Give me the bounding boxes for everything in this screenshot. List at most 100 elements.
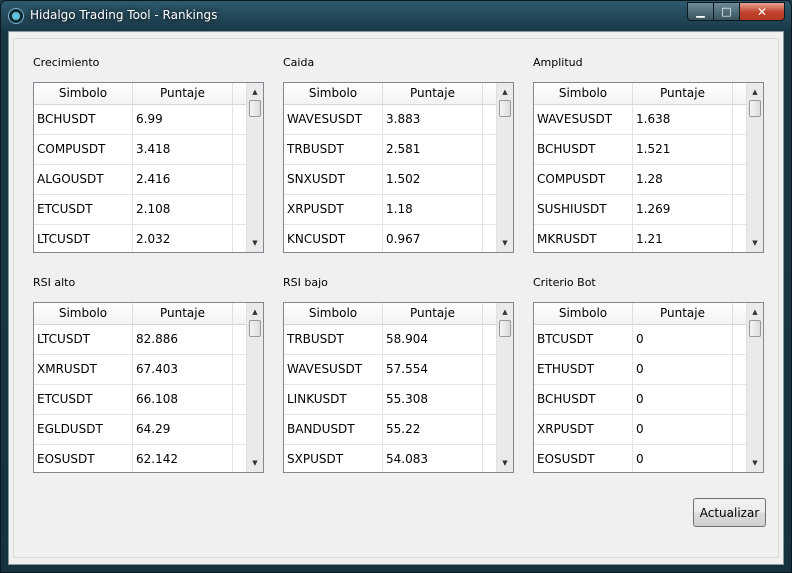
table-row[interactable]: KNCUSDT 0.967 (284, 225, 496, 252)
table-row[interactable]: EOSUSDT 0 (534, 445, 746, 472)
table-row[interactable]: BTCUSDT 0 (534, 325, 746, 355)
score-column-header[interactable]: Puntaje (633, 303, 733, 324)
table-row[interactable]: EOSUSDT 62.142 (34, 445, 246, 472)
scroll-up-arrow-icon[interactable]: ▲ (497, 85, 513, 99)
scrollbar-thumb[interactable] (249, 320, 261, 337)
symbol-cell: BCHUSDT (534, 385, 633, 414)
criterio-bot-label: Criterio Bot (533, 276, 596, 289)
symbol-cell: EOSUSDT (34, 445, 133, 472)
scroll-down-arrow-icon[interactable]: ▼ (497, 236, 513, 250)
table-row[interactable]: ALGOUSDT 2.416 (34, 165, 246, 195)
rsi-bajo-table[interactable]: Simbolo Puntaje TRBUSDT 58.904 WAVESUSDT 5… (283, 302, 514, 473)
title-bar[interactable]: Hidalgo Trading Tool - Rankings ▁ □ ✕ (1, 1, 791, 31)
symbol-cell: TRBUSDT (284, 135, 383, 164)
table-row[interactable]: XRPUSDT 0 (534, 415, 746, 445)
table-row[interactable]: WAVESUSDT 3.883 (284, 105, 496, 135)
score-column-header[interactable]: Puntaje (133, 83, 233, 104)
scroll-up-arrow-icon[interactable]: ▲ (497, 305, 513, 319)
table-row[interactable]: COMPUSDT 3.418 (34, 135, 246, 165)
scroll-up-arrow-icon[interactable]: ▲ (247, 85, 263, 99)
vertical-scrollbar[interactable]: ▲ ▼ (746, 83, 763, 252)
scrollbar-thumb[interactable] (499, 320, 511, 337)
scroll-up-arrow-icon[interactable]: ▲ (747, 305, 763, 319)
symbol-column-header[interactable]: Simbolo (34, 83, 133, 104)
score-column-header[interactable]: Puntaje (383, 303, 483, 324)
maximize-button[interactable]: □ (714, 2, 740, 21)
vertical-scrollbar[interactable]: ▲ ▼ (246, 83, 263, 252)
scroll-up-arrow-icon[interactable]: ▲ (247, 305, 263, 319)
table-row[interactable]: SNXUSDT 1.502 (284, 165, 496, 195)
table-row[interactable]: EGLDUSDT 64.29 (34, 415, 246, 445)
crecimiento-table[interactable]: Simbolo Puntaje BCHUSDT 6.99 COMPUSDT 3.41… (33, 82, 264, 253)
table-row[interactable]: WAVESUSDT 57.554 (284, 355, 496, 385)
caida-label: Caida (283, 56, 315, 69)
criterio-bot-table[interactable]: Simbolo Puntaje BTCUSDT 0 ETHUSDT 0 BCHUSD… (533, 302, 764, 473)
table-row[interactable]: ETHUSDT 0 (534, 355, 746, 385)
table-row[interactable]: BANDUSDT 55.22 (284, 415, 496, 445)
scrollbar-thumb[interactable] (749, 320, 761, 337)
symbol-cell: WAVESUSDT (534, 105, 633, 134)
scroll-down-arrow-icon[interactable]: ▼ (497, 456, 513, 470)
score-cell: 0 (633, 325, 733, 354)
symbol-column-header[interactable]: Simbolo (534, 303, 633, 324)
score-cell: 0.967 (383, 225, 483, 252)
table-row[interactable]: WAVESUSDT 1.638 (534, 105, 746, 135)
scroll-down-arrow-icon[interactable]: ▼ (247, 236, 263, 250)
scrollbar-thumb[interactable] (499, 100, 511, 117)
rsi-bajo-label: RSI bajo (283, 276, 328, 289)
scroll-down-arrow-icon[interactable]: ▼ (747, 236, 763, 250)
table-row[interactable]: ETCUSDT 2.108 (34, 195, 246, 225)
score-cell: 2.108 (133, 195, 233, 224)
symbol-cell: ETCUSDT (34, 195, 133, 224)
score-cell: 3.883 (383, 105, 483, 134)
amplitud-table[interactable]: Simbolo Puntaje WAVESUSDT 1.638 BCHUSDT 1.… (533, 82, 764, 253)
minimize-button[interactable]: ▁ (687, 2, 714, 21)
score-cell: 0 (633, 445, 733, 472)
table-row[interactable]: SUSHIUSDT 1.269 (534, 195, 746, 225)
table-row[interactable]: ETCUSDT 66.108 (34, 385, 246, 415)
table-row[interactable]: TRBUSDT 2.581 (284, 135, 496, 165)
scroll-down-arrow-icon[interactable]: ▼ (747, 456, 763, 470)
score-cell: 0 (633, 355, 733, 384)
table-row[interactable]: TRBUSDT 58.904 (284, 325, 496, 355)
score-column-header[interactable]: Puntaje (633, 83, 733, 104)
vertical-scrollbar[interactable]: ▲ ▼ (746, 303, 763, 472)
table-row[interactable]: COMPUSDT 1.28 (534, 165, 746, 195)
symbol-column-header[interactable]: Simbolo (284, 83, 383, 104)
table-row[interactable]: XMRUSDT 67.403 (34, 355, 246, 385)
score-cell: 2.032 (133, 225, 233, 252)
symbol-column-header[interactable]: Simbolo (34, 303, 133, 324)
scroll-up-arrow-icon[interactable]: ▲ (747, 85, 763, 99)
table-row[interactable]: BCHUSDT 6.99 (34, 105, 246, 135)
table-row[interactable]: BCHUSDT 1.521 (534, 135, 746, 165)
scrollbar-thumb[interactable] (249, 100, 261, 117)
symbol-cell: WAVESUSDT (284, 105, 383, 134)
score-cell: 82.886 (133, 325, 233, 354)
rsi-alto-table[interactable]: Simbolo Puntaje LTCUSDT 82.886 XMRUSDT 67.… (33, 302, 264, 473)
table-row[interactable]: LTCUSDT 2.032 (34, 225, 246, 252)
score-cell: 57.554 (383, 355, 483, 384)
close-button[interactable]: ✕ (740, 2, 785, 21)
vertical-scrollbar[interactable]: ▲ ▼ (246, 303, 263, 472)
table-row[interactable]: LTCUSDT 82.886 (34, 325, 246, 355)
update-button[interactable]: Actualizar (693, 498, 766, 527)
table-row[interactable]: XRPUSDT 1.18 (284, 195, 496, 225)
symbol-cell: LTCUSDT (34, 225, 133, 252)
score-column-header[interactable]: Puntaje (133, 303, 233, 324)
caida-table[interactable]: Simbolo Puntaje WAVESUSDT 3.883 TRBUSDT 2.… (283, 82, 514, 253)
table-row[interactable]: SXPUSDT 54.083 (284, 445, 496, 472)
window-title: Hidalgo Trading Tool - Rankings (30, 8, 218, 22)
table-row[interactable]: BCHUSDT 0 (534, 385, 746, 415)
symbol-column-header[interactable]: Simbolo (534, 83, 633, 104)
score-cell: 1.521 (633, 135, 733, 164)
vertical-scrollbar[interactable]: ▲ ▼ (496, 83, 513, 252)
app-logo-icon[interactable] (8, 8, 24, 24)
symbol-column-header[interactable]: Simbolo (284, 303, 383, 324)
table-row[interactable]: LINKUSDT 55.308 (284, 385, 496, 415)
scrollbar-thumb[interactable] (749, 100, 761, 117)
table-body: LTCUSDT 82.886 XMRUSDT 67.403 ETCUSDT 66.10… (34, 325, 246, 472)
table-row[interactable]: MKRUSDT 1.21 (534, 225, 746, 252)
scroll-down-arrow-icon[interactable]: ▼ (247, 456, 263, 470)
vertical-scrollbar[interactable]: ▲ ▼ (496, 303, 513, 472)
score-column-header[interactable]: Puntaje (383, 83, 483, 104)
